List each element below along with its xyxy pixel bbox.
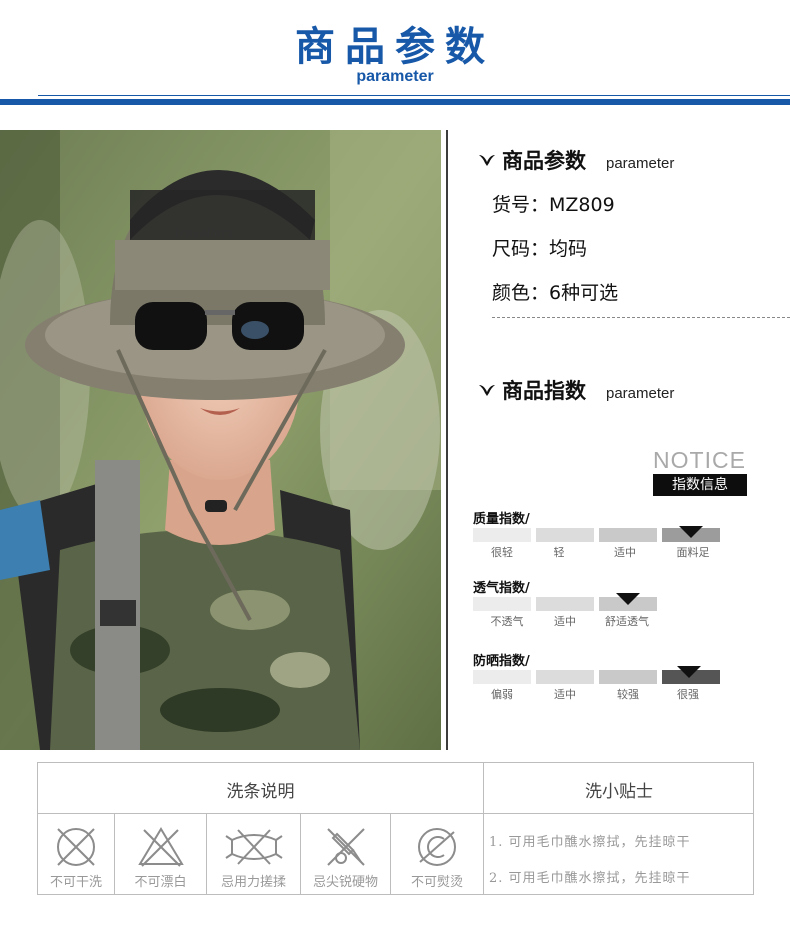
sun-selected-marker: [677, 666, 701, 678]
notice-label: NOTICE: [653, 447, 746, 473]
no-wring-icon: [224, 829, 283, 865]
quality-bar-3: [599, 528, 657, 542]
quality-bar-2: [536, 528, 594, 542]
wash-label: 不可熨烫: [410, 875, 463, 890]
sun-bar-2: [536, 670, 594, 684]
model-wearing-bucket-hat-image: travellers: [0, 130, 441, 750]
product-photo: travellers: [0, 130, 441, 750]
bird-icon: [479, 385, 495, 396]
quality-selected-marker: [679, 526, 703, 538]
quality-level-1: 很轻: [491, 546, 513, 559]
wash-left-header: 洗条说明: [226, 782, 295, 802]
param-item-color: 颜色：6种可选: [492, 282, 619, 304]
wash-label: 忌用力搓揉: [220, 875, 286, 890]
wash-cell: 不可干洗: [38, 814, 114, 894]
sun-bar-1: [473, 670, 531, 684]
quality-level-2: 轻: [553, 546, 565, 559]
no-wash-icon: [57, 828, 95, 866]
wash-cell: 不可漂白: [115, 814, 206, 894]
wash-cell: 忌用力搓揉: [207, 814, 300, 894]
vertical-divider: [446, 130, 448, 750]
sunscreen-index-title: 防晒指数/: [473, 654, 530, 669]
wash-tip-2: 2. 可用毛巾醮水擦拭，先挂晾干: [489, 871, 691, 886]
quality-level-4: 面料足: [676, 546, 710, 559]
params-heading: 商品参数 parameter: [478, 145, 674, 175]
no-sharp-icon: [326, 828, 365, 866]
param-item-sku: 货号：MZ809: [492, 194, 615, 216]
sun-level-1: 偏弱: [491, 688, 513, 701]
page-subtitle: parameter: [356, 68, 434, 85]
sun-bar-3: [599, 670, 657, 684]
quality-level-3: 适中: [614, 546, 636, 559]
params-heading-en: parameter: [606, 155, 675, 172]
wash-cell: 忌尖锐硬物: [301, 814, 390, 894]
sun-level-4: 很强: [677, 688, 699, 701]
page-title: 商品参数: [295, 24, 495, 70]
wash-instructions-table: 洗条说明 洗小贴士 不可干洗 不可漂白 忌用力搓揉 忌尖锐硬物 不可熨烫 1. …: [37, 762, 754, 895]
sun-level-3: 较强: [617, 688, 639, 701]
wash-tip-1: 1. 可用毛巾醮水擦拭，先挂晾干: [489, 835, 691, 850]
sun-level-2: 适中: [554, 688, 576, 701]
wash-label: 不可漂白: [134, 875, 187, 890]
breath-level-3: 舒适透气: [605, 615, 649, 628]
no-bleach-icon: [137, 827, 184, 867]
svg-text:travellers: travellers: [175, 226, 233, 240]
index-heading-label: 商品指数: [502, 379, 586, 403]
header-divider-thick: [0, 99, 790, 105]
notice-tag: 指数信息: [653, 474, 747, 496]
breath-level-2: 适中: [554, 615, 576, 628]
breath-selected-marker: [616, 593, 640, 605]
param-item-size: 尺码：均码: [492, 238, 588, 260]
wash-cell: 不可熨烫: [391, 814, 483, 894]
breath-level-1: 不透气: [490, 615, 524, 628]
quality-index-title: 质量指数/: [473, 512, 530, 527]
params-divider: [492, 317, 790, 318]
wash-label: 忌尖锐硬物: [312, 875, 378, 890]
breathability-index-title: 透气指数/: [473, 581, 530, 596]
index-heading: 商品指数 parameter: [478, 375, 674, 405]
wash-right-header: 洗小贴士: [585, 782, 653, 802]
bird-icon: [479, 155, 495, 166]
index-heading-en: parameter: [606, 385, 675, 402]
header-divider-thin: [38, 95, 790, 96]
wash-label: 不可干洗: [49, 875, 102, 890]
breath-bar-2: [536, 597, 594, 611]
breath-bar-1: [473, 597, 531, 611]
quality-bar-1: [473, 528, 531, 542]
params-heading-label: 商品参数: [502, 149, 586, 173]
no-iron-icon: [418, 828, 456, 866]
